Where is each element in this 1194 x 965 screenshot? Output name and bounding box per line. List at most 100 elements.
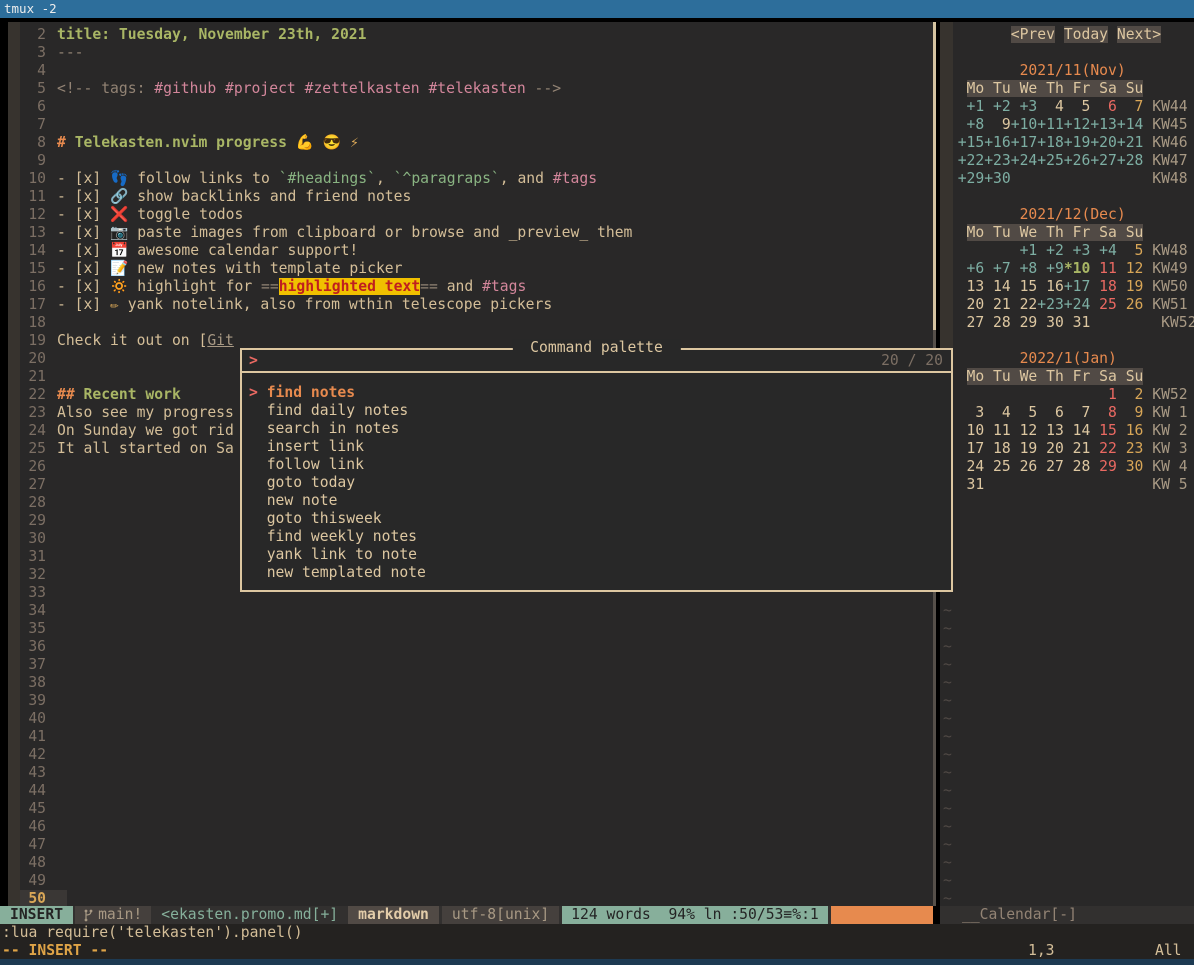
text-segment[interactable]: 18 — [1090, 278, 1117, 295]
palette-item[interactable]: > find notes — [242, 384, 951, 402]
text-segment[interactable]: +10+11+12+13+14 — [1011, 116, 1144, 133]
text-segment[interactable]: +6 +7 +8 +9 — [958, 260, 1064, 277]
palette-item[interactable]: yank link to note — [242, 546, 951, 564]
text-segment[interactable]: 7 — [1117, 98, 1144, 115]
text-segment[interactable]: 9 — [984, 116, 1011, 133]
editor-line[interactable]: 26 — [20, 458, 57, 476]
editor-line[interactable]: 22## Recent work — [20, 386, 181, 404]
editor-line[interactable]: 47 — [20, 836, 57, 854]
text-segment[interactable]: 4 5 — [1037, 98, 1090, 115]
editor-line[interactable]: 44 — [20, 782, 57, 800]
editor-line[interactable]: 14- [x] 📅 awesome calendar support! — [20, 242, 358, 260]
text-segment[interactable]: +1 +2 +3 +4 — [1011, 242, 1117, 259]
editor-line[interactable]: 17- [x] ✏ yank notelink, also from wthin… — [20, 296, 552, 314]
editor-line[interactable]: 49 — [20, 872, 57, 890]
editor-line[interactable]: 33 — [20, 584, 57, 602]
text-segment[interactable]: +1 +2 +3 — [958, 98, 1038, 115]
editor-line[interactable]: 21 — [20, 368, 57, 386]
text-segment[interactable]: 24 25 26 27 28 — [958, 458, 1091, 475]
text-segment[interactable]: 11 — [1090, 260, 1117, 277]
editor-line[interactable]: 35 — [20, 620, 57, 638]
text-segment[interactable]: 12 — [1117, 260, 1144, 277]
editor-line[interactable]: 48 — [20, 854, 57, 872]
editor-line[interactable]: 30 — [20, 530, 57, 548]
editor-line[interactable]: 40 — [20, 710, 57, 728]
text-segment[interactable]: +8 — [958, 116, 985, 133]
editor-line[interactable]: 19Check it out on [Git — [20, 332, 234, 350]
left-scrollbar[interactable] — [8, 22, 20, 906]
editor-line[interactable]: 16- [x] 🔅 highlight for ==highlighted te… — [20, 278, 526, 296]
text-segment[interactable]: 22 — [1090, 440, 1117, 457]
palette-item[interactable]: follow link — [242, 456, 951, 474]
editor-line[interactable]: 38 — [20, 674, 57, 692]
text-segment[interactable]: 23 — [1117, 440, 1144, 457]
editor-line[interactable]: 5<!-- tags: #github #project #zettelkast… — [20, 80, 561, 98]
editor-line[interactable]: 20 — [20, 350, 57, 368]
today-button[interactable]: Today — [1064, 26, 1108, 43]
text-segment[interactable]: 25 — [1090, 296, 1117, 313]
text-segment[interactable]: 8 — [1090, 404, 1117, 421]
palette-item[interactable]: search in notes — [242, 420, 951, 438]
editor-line[interactable]: 36 — [20, 638, 57, 656]
editor-line[interactable]: 42 — [20, 746, 57, 764]
palette-item[interactable]: goto thisweek — [242, 510, 951, 528]
editor-line[interactable]: 12- [x] ❌ toggle todos — [20, 206, 243, 224]
editor-line[interactable]: 43 — [20, 764, 57, 782]
text-segment[interactable]: 13 14 15 16 — [958, 278, 1064, 295]
text-segment[interactable]: 31 — [958, 476, 985, 493]
palette-item[interactable]: find daily notes — [242, 402, 951, 420]
text-segment[interactable]: 6 — [1090, 98, 1117, 115]
today-cell[interactable]: *10 — [1064, 260, 1091, 277]
trouble-indicator[interactable]: ≡ [11]tra… — [831, 906, 933, 924]
text-segment[interactable]: +15+16+17+18+19+20+21 — [958, 134, 1144, 151]
command-line[interactable]: :lua require('telekasten').panel() — [0, 924, 1194, 942]
editor-line[interactable]: 11- [x] 🔗 show backlinks and friend note… — [20, 188, 411, 206]
editor-line[interactable]: 9 — [20, 152, 57, 170]
text-segment[interactable]: +23+24 — [1037, 296, 1090, 313]
editor-line[interactable]: 8# Telekasten.nvim progress 💪 😎 ⚡ — [20, 134, 359, 152]
editor-line[interactable]: 6 — [20, 98, 57, 116]
editor-line[interactable]: 39 — [20, 692, 57, 710]
palette-item[interactable]: new note — [242, 492, 951, 510]
editor-line[interactable]: 3--- — [20, 44, 84, 62]
calendar-window[interactable]: <Prev Today Next> 2021/11(Nov) Mo Tu We … — [940, 22, 1194, 906]
editor-line[interactable]: 23Also see my progress — [20, 404, 234, 422]
text-segment[interactable]: 26 — [1117, 296, 1144, 313]
text-segment[interactable]: 2 — [1117, 386, 1144, 403]
editor-line[interactable]: 41 — [20, 728, 57, 746]
text-segment[interactable]: 3 4 5 6 7 — [958, 404, 1091, 421]
text-segment[interactable]: +22+23+24+25+26+27+28 — [958, 152, 1144, 169]
palette-item[interactable]: find weekly notes — [242, 528, 951, 546]
editor-line[interactable]: 15- [x] 📝 new notes with template picker — [20, 260, 402, 278]
editor-line[interactable]: 37 — [20, 656, 57, 674]
text-segment[interactable]: 17 18 19 20 21 — [958, 440, 1091, 457]
editor-line[interactable]: 7 — [20, 116, 57, 134]
text-segment[interactable]: +17 — [1064, 278, 1091, 295]
text-segment[interactable]: 1 — [1090, 386, 1117, 403]
editor-line[interactable]: 18 — [20, 314, 57, 332]
next-button[interactable]: Next> — [1117, 26, 1161, 43]
editor-line[interactable]: 31 — [20, 548, 57, 566]
text-segment[interactable]: +29+30 — [958, 170, 1011, 187]
text-segment[interactable]: 19 — [1117, 278, 1144, 295]
palette-item[interactable]: insert link — [242, 438, 951, 456]
editor-line[interactable]: 46 — [20, 818, 57, 836]
editor-line[interactable]: 29 — [20, 512, 57, 530]
editor-line[interactable]: 27 — [20, 476, 57, 494]
editor-line[interactable]: 34 — [20, 602, 57, 620]
text-segment[interactable]: 29 — [1090, 458, 1117, 475]
text-segment[interactable]: 10 11 12 13 14 — [958, 422, 1091, 439]
palette-prompt-input[interactable]: > 20 / 20 — [242, 350, 951, 371]
prev-button[interactable]: <Prev — [1011, 26, 1055, 43]
text-segment[interactable]: 20 21 22 — [958, 296, 1038, 313]
editor-line[interactable]: 50 — [20, 890, 57, 906]
text-segment[interactable]: 9 — [1117, 404, 1144, 421]
text-segment[interactable]: 27 28 29 30 31 — [958, 314, 1091, 331]
palette-item[interactable]: goto today — [242, 474, 951, 492]
text-segment[interactable]: 5 — [1117, 242, 1144, 259]
text-segment[interactable]: 16 — [1117, 422, 1144, 439]
text-segment[interactable]: 30 — [1117, 458, 1144, 475]
editor-line[interactable]: 45 — [20, 800, 57, 818]
editor-line[interactable]: 4 — [20, 62, 57, 80]
scrollbar-thumb[interactable] — [933, 22, 936, 330]
